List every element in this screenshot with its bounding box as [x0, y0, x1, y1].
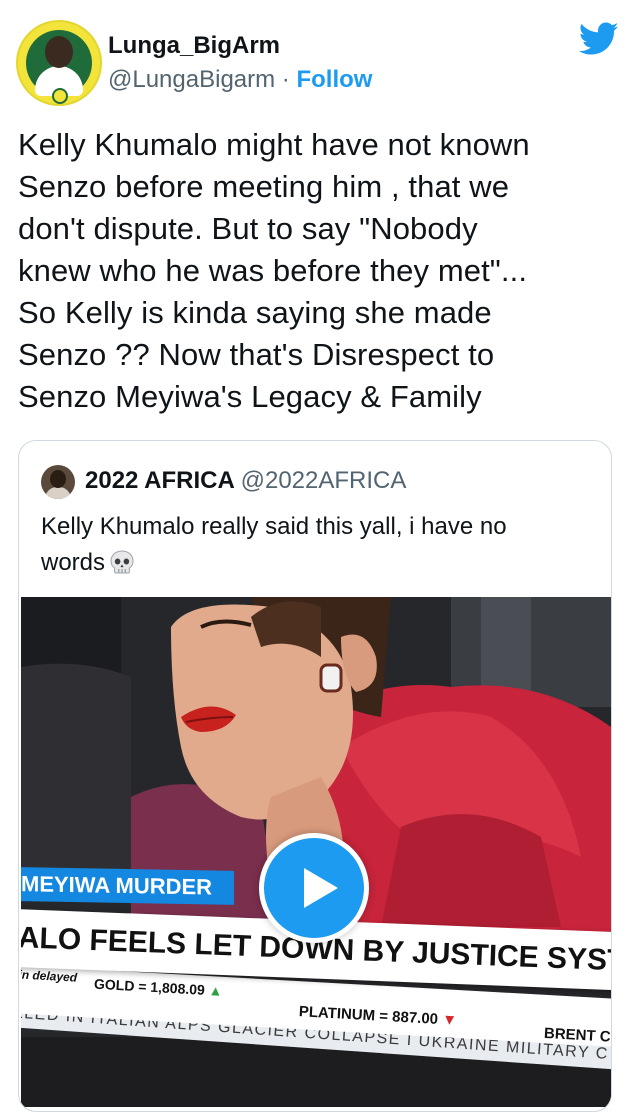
platinum-price: PLATINUM = 887.00 ▼ — [298, 1003, 457, 1029]
brent-price: BRENT C — [543, 1024, 611, 1046]
gold-price: GOLD = 1,808.09 ▲ — [94, 976, 223, 999]
platinum-price-text: PLATINUM = 887.00 — [298, 1003, 439, 1028]
tweet-line: don't dispute. But to say "Nobody — [18, 211, 478, 246]
quoted-author-name: 2022 AFRICA — [85, 467, 234, 494]
quoted-author-avatar[interactable] — [41, 465, 75, 499]
avatar-face — [45, 36, 73, 68]
handle-separator: · — [275, 66, 297, 93]
quoted-line-text: words — [41, 549, 106, 576]
tweet-line: So Kelly is kinda saying she made — [18, 295, 492, 330]
tweet-line: Senzo ?? Now that's Disrespect to — [18, 337, 495, 372]
play-icon — [304, 868, 338, 908]
quoted-line: Kelly Khumalo really said this yall, i h… — [41, 513, 507, 540]
quoted-line-2: words — [41, 545, 581, 581]
quoted-tweet-header: 2022 AFRICA @2022AFRICA — [41, 465, 601, 501]
tweet-line: Senzo before meeting him , that we — [18, 169, 510, 204]
news-banner: MEYIWA MURDER — [21, 867, 235, 905]
quoted-tweet-body: Kelly Khumalo really said this yall, i h… — [41, 509, 581, 581]
avatar-badge-star — [52, 88, 68, 104]
gold-price-text: GOLD = 1,808.09 — [93, 975, 206, 998]
play-button[interactable] — [259, 833, 369, 943]
tweet-line: Senzo Meyiwa's Legacy & Family — [18, 379, 482, 414]
skull-icon — [110, 550, 134, 574]
down-arrow-icon: ▼ — [441, 1011, 458, 1029]
quoted-author-handle: @2022AFRICA — [240, 467, 407, 494]
quoted-author-name-row[interactable]: 2022 AFRICA @2022AFRICA — [85, 467, 406, 495]
tweet-line: knew who he was before they met"... — [18, 253, 528, 288]
tweet-body: Kelly Khumalo might have not known Senzo… — [18, 124, 618, 418]
video-player[interactable]: ILLED IN ITALIAN ALPS GLACIER COLLAPSE I… — [21, 597, 611, 1107]
author-handle[interactable]: @LungaBigarm — [108, 66, 275, 93]
tweet-header: Lunga_BigArm @LungaBigarm · Follow — [16, 20, 619, 110]
author-avatar[interactable] — [16, 20, 102, 106]
author-handle-row: @LungaBigarm · Follow — [108, 66, 372, 94]
quoted-avatar-head — [50, 470, 66, 488]
twitter-bird-icon[interactable] — [579, 22, 619, 56]
author-name[interactable]: Lunga_BigArm — [108, 32, 280, 60]
delayed-label: in delayed — [21, 967, 78, 985]
quoted-avatar-body — [45, 487, 71, 499]
follow-button[interactable]: Follow — [296, 66, 372, 93]
tweet-line: Kelly Khumalo might have not known — [18, 127, 530, 162]
up-arrow-icon: ▲ — [208, 982, 223, 999]
quoted-tweet-card[interactable]: 2022 AFRICA @2022AFRICA Kelly Khumalo re… — [18, 440, 612, 1112]
